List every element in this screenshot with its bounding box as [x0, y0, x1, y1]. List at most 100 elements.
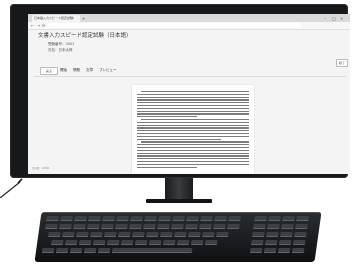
keyboard-key	[148, 240, 162, 245]
monitor-base	[146, 199, 212, 203]
back-icon[interactable]: ←	[31, 22, 34, 29]
document-text-line	[141, 141, 249, 143]
keyboard-key	[200, 216, 213, 221]
minimize-icon[interactable]: –	[324, 15, 326, 22]
numpad-key	[280, 232, 293, 237]
document-text-line	[137, 99, 249, 101]
window-close-icon[interactable]: ×	[340, 15, 343, 22]
monitor-stand	[165, 178, 193, 199]
keyboard-key	[146, 232, 159, 237]
keyboard-key	[172, 216, 185, 221]
keyboard-key	[90, 232, 103, 237]
document-text-line	[137, 116, 197, 118]
keyboard-key	[118, 232, 131, 237]
numpad-key	[254, 216, 267, 221]
keyboard-key	[59, 224, 72, 229]
meta-value: 0001	[65, 42, 75, 46]
keyboard-key	[129, 224, 142, 229]
keyboard-key	[83, 248, 97, 253]
keyboard-key	[87, 224, 100, 229]
numpad-key	[282, 216, 295, 221]
document-text-line	[137, 135, 249, 138]
numpad-key	[281, 224, 294, 229]
document-text-line	[137, 147, 249, 149]
document-text-line	[137, 113, 249, 115]
forward-icon[interactable]: →	[37, 22, 40, 29]
tab-title: 日本語入力スピード認定試験	[34, 16, 74, 20]
numpad-key	[291, 248, 305, 253]
toolbar-text[interactable]: 文章	[86, 67, 93, 74]
new-tab-icon[interactable]: +	[82, 15, 85, 22]
keyboard-key	[134, 240, 148, 245]
keyboard-key	[199, 224, 212, 229]
keyboard-key	[101, 224, 114, 229]
document-text-line	[137, 124, 249, 126]
keyboard-key	[73, 224, 86, 229]
document-text-line	[137, 161, 249, 163]
numpad-key	[294, 232, 307, 237]
keyboard-key	[186, 216, 199, 221]
keyboard-key	[76, 232, 89, 237]
toolbar-start[interactable]: 開始	[60, 67, 67, 74]
divider	[34, 76, 346, 77]
keyboard-key	[158, 216, 171, 221]
keyboard-key	[102, 216, 115, 221]
keyboard-key	[228, 216, 241, 221]
keyboard-key	[144, 216, 157, 221]
numpad-key	[263, 248, 277, 253]
keyboard-key	[50, 240, 64, 245]
keyboard-key	[157, 224, 170, 229]
document-text-line	[137, 152, 249, 154]
address-bar-row: ← → ⟳	[28, 22, 350, 30]
keyboard-key	[78, 240, 92, 245]
keyboard-key	[106, 240, 120, 245]
keyboard-key	[97, 248, 111, 253]
keyboard-key	[204, 240, 218, 245]
keyboard-key	[214, 216, 227, 221]
keyboard-key	[104, 232, 117, 237]
document-text-line	[137, 107, 249, 110]
numpad-key	[292, 240, 306, 245]
keyboard-key	[45, 224, 58, 229]
keyboard-key	[74, 216, 87, 221]
keyboard-key	[46, 216, 59, 221]
keyboard-key	[48, 232, 61, 237]
keyboard-key	[41, 248, 55, 253]
keyboard-key	[202, 232, 215, 237]
toolbar-preview[interactable]: プレビュー	[99, 67, 117, 74]
document-text-line	[137, 155, 249, 157]
numpad-key	[267, 224, 280, 229]
address-input[interactable]	[48, 23, 301, 28]
keyboard-key	[188, 232, 201, 237]
keyboard-key	[185, 224, 198, 229]
numpad-key	[278, 240, 292, 245]
keyboard-key	[216, 232, 229, 237]
keyboard-key	[69, 248, 83, 253]
keyboard-key	[116, 216, 129, 221]
toolbar-question[interactable]: 問題	[73, 67, 80, 74]
page-title: 文書入力スピード認定試験（日本語）	[38, 33, 132, 39]
document-text-line	[137, 105, 249, 107]
keyboard-key	[62, 232, 75, 237]
document-page	[132, 85, 254, 174]
numpad-key	[277, 248, 291, 253]
keyboard-spacebar	[111, 248, 193, 253]
reload-icon[interactable]: ⟳	[42, 22, 45, 29]
document-text-line	[137, 127, 249, 129]
keyboard-key	[55, 248, 69, 253]
document-text-line	[141, 91, 249, 93]
document-text-line	[137, 121, 249, 124]
numpad-key	[250, 240, 264, 245]
numpad-key	[249, 248, 263, 253]
cable-icon	[0, 178, 23, 198]
keyboard-key	[132, 232, 145, 237]
document-text-line	[137, 96, 249, 98]
back-button[interactable]: 戻る	[40, 67, 58, 75]
close-tab-icon[interactable]: ×	[72, 15, 75, 22]
browser-titlebar: 日本語入力スピード認定試験 × + – □ ×	[28, 14, 350, 22]
keyboard-key	[190, 240, 204, 245]
keyboard	[34, 212, 322, 262]
finish-button[interactable]: 終了	[336, 59, 348, 67]
maximize-icon[interactable]: □	[332, 15, 336, 22]
numpad-key	[266, 232, 279, 237]
